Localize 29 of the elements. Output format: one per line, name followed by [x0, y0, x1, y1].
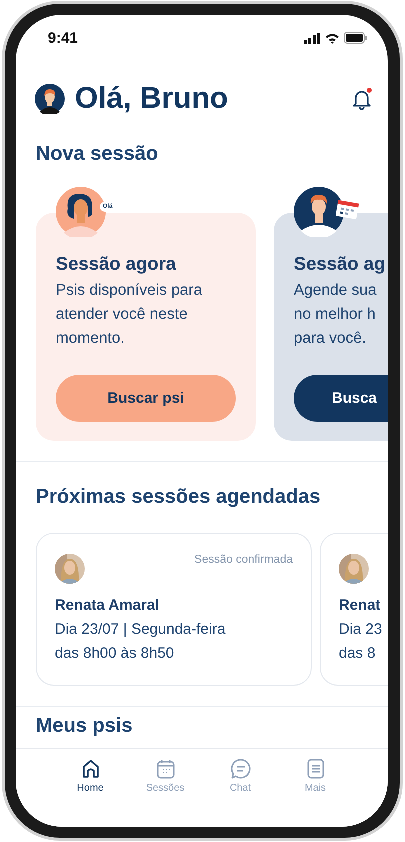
greeting-title: Olá, Bruno: [75, 82, 228, 116]
avatar-icon: [35, 84, 65, 114]
chat-icon: [230, 758, 252, 780]
battery-icon: [344, 32, 368, 44]
card-description: Agende sua no melhor h para você.: [294, 281, 378, 349]
person-drawing: [294, 187, 344, 237]
psychologist-name: Renat: [339, 597, 382, 614]
section-title: Nova sessão: [35, 143, 160, 166]
notification-button[interactable]: [351, 88, 373, 110]
session-status: Sessão confirmada: [194, 554, 293, 566]
search-button[interactable]: Buscar psi: [56, 375, 236, 422]
tab-bar-item[interactable]: Home: [53, 758, 128, 827]
session-time: Dia 23 das 8: [339, 620, 384, 664]
psychologist-name: Renata Amaral: [55, 597, 160, 614]
clock-time: 9:41: [48, 30, 78, 46]
session-time: Dia 23/07 | Segunda-feira das 8h00 às 8h50: [55, 620, 227, 664]
card-title: Sessão agora: [56, 253, 178, 275]
section-title: Próximas sessões agendadas: [35, 486, 322, 509]
wifi-icon: [325, 32, 340, 44]
card-title: Sessão ag: [294, 253, 387, 275]
appointment-card[interactable]: Sessão confirmada Renata Amaral Dia 23/07 | Segunda-feira das 8h00 às 8h50: [36, 533, 312, 686]
calendar-icon: [335, 199, 361, 221]
signal-icon: [304, 32, 321, 44]
appointment-card[interactable]: Renat Dia 23 das 8: [320, 533, 388, 686]
search-button[interactable]: Busca: [294, 375, 388, 422]
section-title: Meus psis: [35, 715, 134, 738]
calendar-icon: [154, 758, 176, 780]
card-description: Psis disponíveis para atender você neste momento.: [56, 281, 204, 349]
bell-icon: [351, 88, 373, 110]
